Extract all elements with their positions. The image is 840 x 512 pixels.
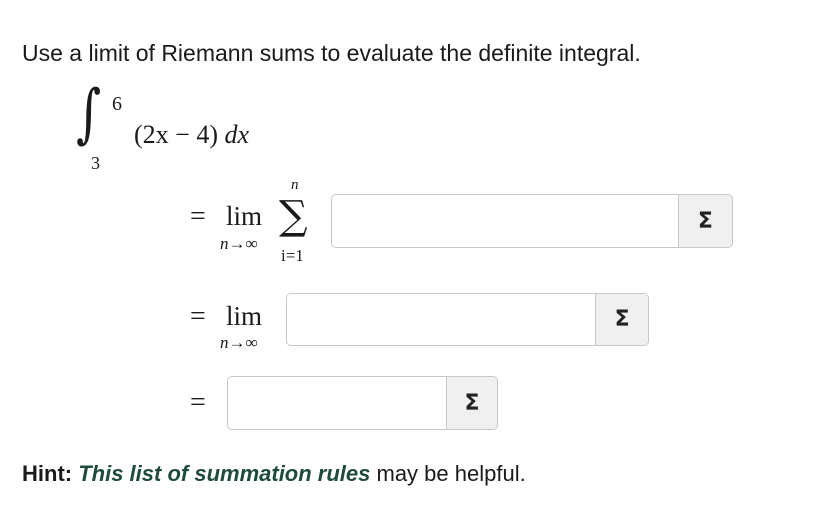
step2-equals: =	[190, 301, 206, 332]
hint-label: Hint:	[22, 461, 73, 486]
integral-sign: ∫	[76, 77, 102, 151]
hint-suffix: may be helpful.	[376, 461, 526, 486]
step3-sigma-button[interactable]: Σ	[446, 377, 497, 429]
hint-text: Hint: This list of summation rules may b…	[22, 461, 526, 487]
step1-sum-top: n	[291, 177, 299, 193]
step3-equals: =	[190, 387, 206, 418]
integrand-expression: (2x − 4)	[134, 120, 218, 149]
integrand: (2x − 4) dx	[134, 120, 249, 150]
step2-lim: lim	[226, 301, 263, 331]
sigma-symbol: ∑	[279, 193, 308, 239]
integral-lower-limit: 3	[91, 153, 100, 173]
step2-lim-sub: n→∞	[220, 333, 258, 352]
step2-sigma-button[interactable]: Σ	[595, 294, 648, 345]
step1-sigma-button[interactable]: Σ	[677, 195, 732, 247]
step1-answer-group: Σ	[331, 194, 733, 248]
step3-answer-input[interactable]	[228, 377, 446, 429]
step1-answer-input[interactable]	[332, 195, 678, 247]
step1-sum-bottom: i=1	[281, 246, 304, 265]
integral-upper-limit: 6	[112, 93, 122, 115]
step1-lim: lim	[226, 201, 263, 231]
step1-lim-sub: n→∞	[220, 234, 258, 253]
step2-answer-group: Σ	[286, 293, 649, 346]
step3-answer-group: Σ	[227, 376, 498, 430]
step1-equals: =	[190, 201, 206, 232]
step2-answer-input[interactable]	[287, 294, 596, 345]
summation-rules-link[interactable]: This list of summation rules	[78, 461, 370, 486]
instruction-text: Use a limit of Riemann sums to evaluate …	[22, 40, 641, 66]
integrand-differential: dx	[224, 120, 250, 149]
